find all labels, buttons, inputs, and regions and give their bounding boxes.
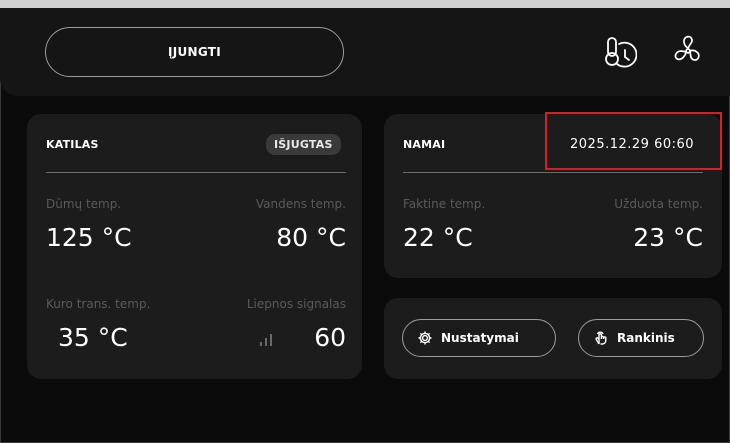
settings-button[interactable]: Nustatymai bbox=[402, 319, 556, 357]
signal-bars-icon bbox=[260, 334, 272, 346]
fuel-temp-value: 35 °C bbox=[58, 323, 128, 352]
manual-button[interactable]: Rankinis bbox=[578, 319, 704, 357]
fan-icon[interactable] bbox=[670, 32, 706, 68]
gear-icon bbox=[418, 331, 432, 345]
thermometer-clock-icon[interactable] bbox=[601, 34, 637, 70]
power-on-label: ĮJUNGTI bbox=[167, 45, 222, 59]
status-badge: IŠJUGTAS bbox=[266, 134, 341, 155]
actual-temp-value: 22 °C bbox=[403, 223, 473, 252]
home-title: NAMAI bbox=[403, 138, 446, 151]
hand-pointer-icon bbox=[595, 331, 607, 345]
power-on-button[interactable]: ĮJUNGTI bbox=[45, 27, 344, 77]
set-temp-label: Užduota temp. bbox=[614, 197, 703, 211]
flame-signal-value: 60 bbox=[314, 323, 346, 352]
boiler-divider bbox=[46, 172, 346, 173]
fuel-temp-label: Kuro trans. temp. bbox=[46, 297, 151, 311]
water-temp-value: 80 °C bbox=[276, 223, 346, 252]
datetime-highlight bbox=[545, 112, 722, 170]
settings-button-label: Nustatymai bbox=[441, 331, 519, 345]
smoke-temp-label: Dūmų temp. bbox=[46, 197, 122, 211]
flame-signal-label: Liepnos signalas bbox=[246, 297, 346, 311]
set-temp-value: 23 °C bbox=[633, 223, 703, 252]
boiler-title: KATILAS bbox=[46, 138, 99, 151]
actual-temp-label: Faktine temp. bbox=[403, 197, 486, 211]
manual-button-label: Rankinis bbox=[617, 331, 675, 345]
smoke-temp-value: 125 °C bbox=[46, 223, 132, 252]
water-temp-label: Vandens temp. bbox=[255, 197, 346, 211]
home-divider bbox=[403, 172, 703, 173]
